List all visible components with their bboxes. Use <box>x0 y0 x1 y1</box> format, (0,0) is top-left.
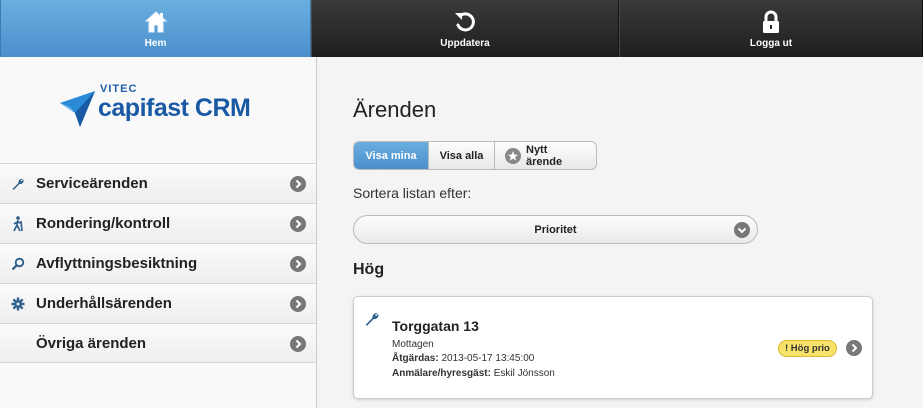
sidebar-item-label: Rondering/kontroll <box>36 215 171 232</box>
case-card[interactable]: Torggatan 13 Mottagen Åtgärdas: 2013-05-… <box>353 296 873 399</box>
sort-label: Sortera listan efter: <box>353 185 472 201</box>
wrench-icon <box>0 177 36 191</box>
refresh-label: Uppdatera <box>440 38 490 49</box>
walking-person-icon <box>0 215 36 232</box>
sidebar-item-label: Avflyttningsbesiktning <box>36 255 198 272</box>
refresh-icon <box>453 8 477 34</box>
magnifier-icon <box>0 257 36 271</box>
sidebar-item-rondering[interactable]: Rondering/kontroll <box>0 203 316 243</box>
star-icon <box>505 147 521 164</box>
sort-select-value: Prioritet <box>534 223 577 236</box>
refresh-button[interactable]: Uppdatera <box>311 0 619 57</box>
case-reporter-row: Anmälare/hyresgäst: Eskil Jönsson <box>392 368 555 379</box>
page-title: Ärenden <box>353 97 437 122</box>
sidebar-item-label: Serviceärenden <box>36 175 148 192</box>
sort-select[interactable]: Prioritet <box>353 215 758 244</box>
sidebar: VITEC capifast CRM Serviceärenden Ronder… <box>0 57 317 408</box>
case-title: Torggatan 13 <box>392 318 479 334</box>
show-mine-button[interactable]: Visa mina <box>354 142 429 169</box>
sidebar-item-avflyttningsbesiktning[interactable]: Avflyttningsbesiktning <box>0 243 316 283</box>
lock-icon <box>761 8 781 34</box>
paper-plane-icon <box>58 89 96 134</box>
logout-button[interactable]: Logga ut <box>619 0 923 57</box>
logo: VITEC capifast CRM <box>58 83 268 133</box>
logout-label: Logga ut <box>749 38 793 49</box>
chevron-right-icon <box>290 336 306 357</box>
sidebar-item-ovriga-arenden[interactable]: Övriga ärenden <box>0 323 316 363</box>
case-status: Mottagen <box>392 339 434 350</box>
chevron-right-icon <box>290 176 306 197</box>
main-content: Ärenden Visa mina Visa alla Nytt ärende … <box>317 57 923 408</box>
filter-segmented-control: Visa mina Visa alla Nytt ärende <box>353 141 597 170</box>
wrench-icon <box>364 311 380 332</box>
sidebar-item-label: Underhållsärenden <box>36 295 172 312</box>
home-label: Hem <box>144 38 167 49</box>
chevron-down-icon <box>734 222 750 241</box>
sidebar-item-label: Övriga ärenden <box>36 334 147 352</box>
case-action-row: Åtgärdas: 2013-05-17 13:45:00 <box>392 353 534 364</box>
chevron-right-icon <box>290 256 306 277</box>
case-action-label: Åtgärdas: <box>392 353 439 364</box>
gear-icon <box>0 297 36 311</box>
chevron-right-icon <box>290 216 306 237</box>
case-action-value: 2013-05-17 13:45:00 <box>441 353 535 364</box>
priority-group-title: Hög <box>353 261 385 278</box>
new-case-button[interactable]: Nytt ärende <box>495 142 596 169</box>
show-all-button[interactable]: Visa alla <box>429 142 495 169</box>
priority-badge: ! Hög prio <box>778 340 837 357</box>
sidebar-item-serviceärenden[interactable]: Serviceärenden <box>0 163 316 203</box>
sidebar-item-underhallsarenden[interactable]: Underhållsärenden <box>0 283 316 323</box>
home-button[interactable]: Hem <box>0 0 311 57</box>
chevron-right-icon <box>846 340 862 361</box>
case-reporter-value: Eskil Jönsson <box>493 368 555 379</box>
chevron-right-icon <box>290 296 306 317</box>
home-icon <box>144 8 167 34</box>
case-reporter-label: Anmälare/hyresgäst: <box>392 368 491 379</box>
sidebar-menu: Serviceärenden Rondering/kontroll Avflyt… <box>0 163 316 363</box>
top-toolbar: Hem Uppdatera Logga ut <box>0 0 923 57</box>
logo-product: capifast CRM <box>98 94 251 122</box>
new-case-label: Nytt ärende <box>526 143 563 168</box>
